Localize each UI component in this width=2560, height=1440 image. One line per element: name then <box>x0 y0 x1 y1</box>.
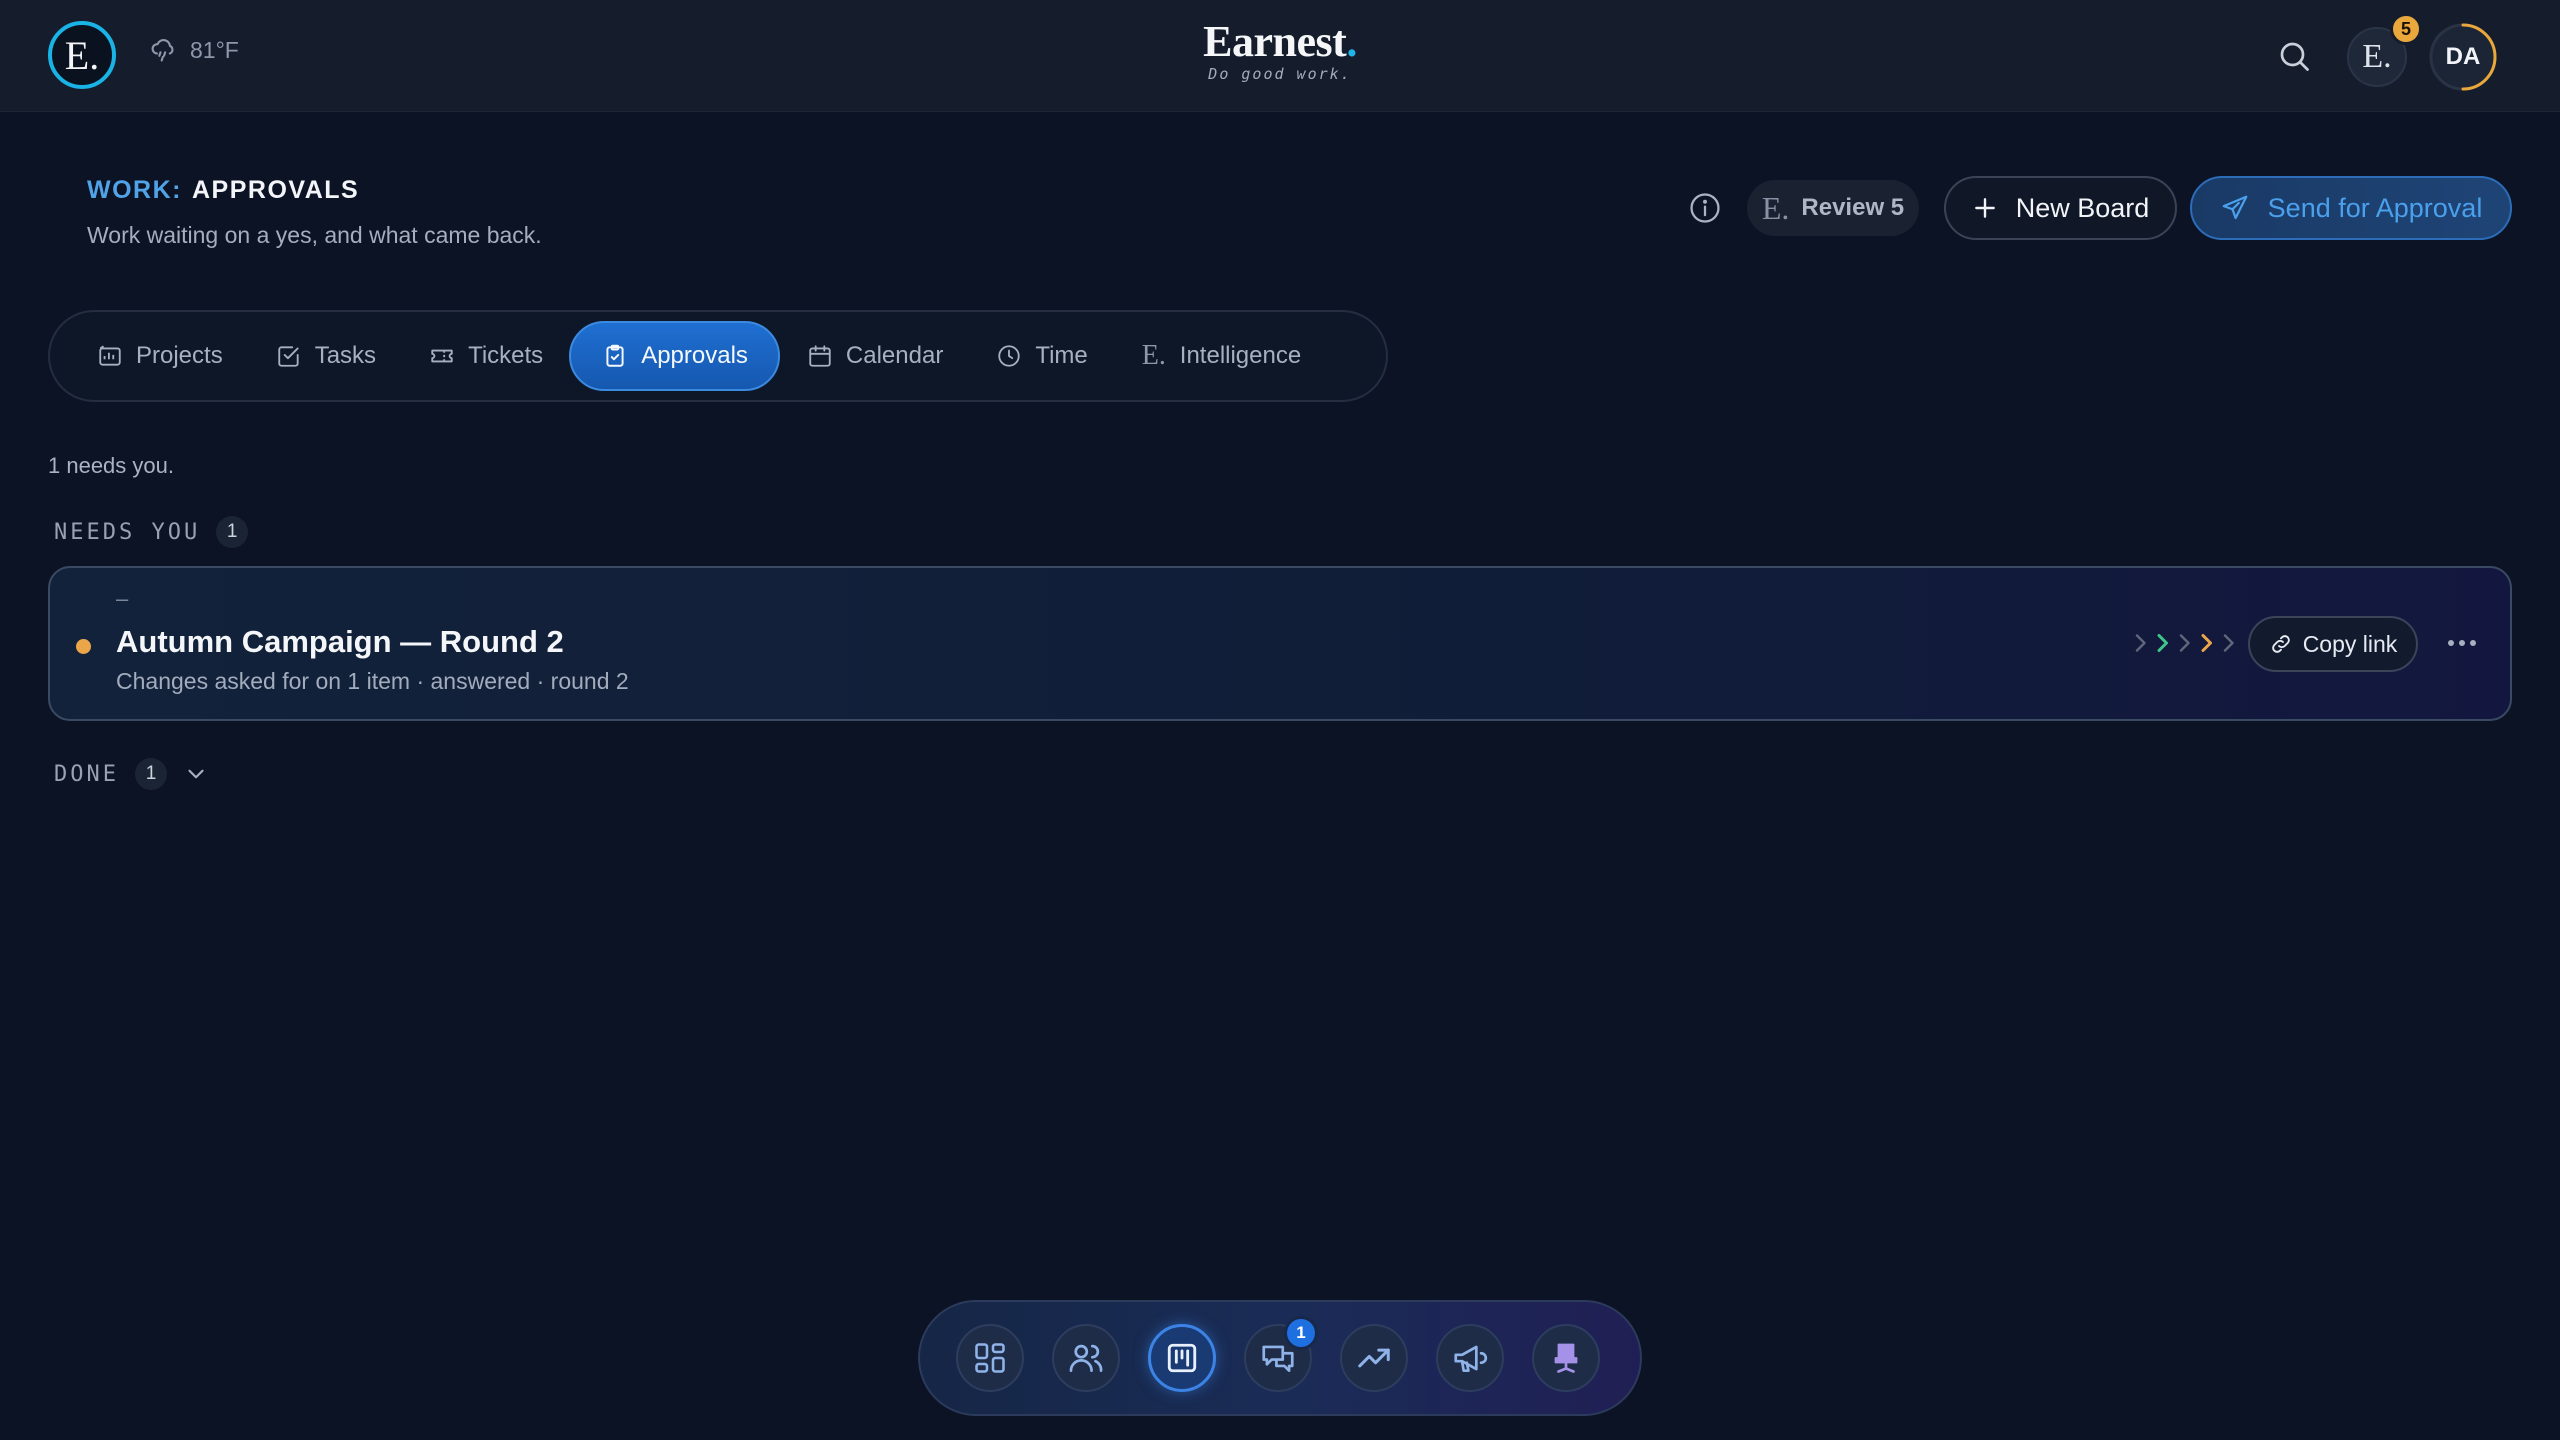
user-initials: DA <box>2445 43 2481 70</box>
e-icon: E. <box>1141 340 1166 371</box>
review-button[interactable]: E. Review 5 <box>1747 180 1919 236</box>
tab-approvals[interactable]: Approvals <box>569 321 780 391</box>
needs-you-count: 1 <box>216 516 249 548</box>
dock-dashboard-button[interactable] <box>956 1324 1024 1392</box>
info-icon <box>1690 193 1720 223</box>
chevron-right-icon <box>2135 634 2146 652</box>
megaphone-icon <box>1454 1345 1488 1373</box>
copy-link-button[interactable]: Copy link <box>2248 616 2418 672</box>
info-button[interactable] <box>1688 191 1722 225</box>
chevron-right-icon <box>2201 634 2212 652</box>
search-icon <box>2280 42 2309 71</box>
clipboard-check-icon <box>601 342 629 370</box>
card-meta: Changes asked for on 1 item · answered ·… <box>116 668 629 694</box>
page-title-text: APPROVALS <box>191 176 360 204</box>
work-tabs: Projects Tasks Tickets Approvals Calenda… <box>48 310 1388 402</box>
review-e-icon: E. <box>1761 189 1790 226</box>
tab-label: Time <box>1035 342 1088 369</box>
ticket-icon <box>428 342 456 370</box>
more-dot <box>2448 640 2454 646</box>
brand-tagline: Do good work. <box>1208 65 1352 83</box>
calendar-icon <box>806 342 834 370</box>
new-board-button[interactable]: New Board <box>1944 176 2177 240</box>
tab-intelligence[interactable]: E. Intelligence <box>1114 321 1327 391</box>
page-subtitle: Work waiting on a yes, and what came bac… <box>87 222 542 248</box>
card-client-placeholder: – <box>116 586 129 611</box>
tab-projects[interactable]: Projects <box>70 321 249 391</box>
more-dot <box>2459 640 2465 646</box>
dock-seat-button[interactable] <box>1532 1324 1600 1392</box>
dashboard-icon <box>975 1343 1005 1373</box>
brand-wordmark: Earnest. Do good work. <box>0 16 2560 83</box>
tab-label: Tickets <box>468 342 544 369</box>
tab-tasks[interactable]: Tasks <box>249 321 402 391</box>
needs-summary: 1 needs you. <box>48 453 174 478</box>
send-for-approval-button[interactable]: Send for Approval <box>2190 176 2512 240</box>
needs-you-heading: NEEDS YOU 1 <box>54 516 249 548</box>
notifications-badge: 5 <box>2390 13 2422 45</box>
copy-link-label: Copy link <box>2302 630 2398 657</box>
bottom-dock: 1 <box>918 1300 1642 1416</box>
tab-tickets[interactable]: Tickets <box>402 321 569 391</box>
plus-icon <box>1974 198 1995 218</box>
tab-time[interactable]: Time <box>969 321 1113 391</box>
link-icon <box>2271 635 2290 653</box>
tab-label: Approvals <box>641 342 748 369</box>
check-square-icon <box>275 342 303 370</box>
tab-calendar[interactable]: Calendar <box>780 321 969 391</box>
tab-label: Intelligence <box>1179 342 1302 369</box>
tab-label: Calendar <box>845 342 944 369</box>
new-board-label: New Board <box>2015 192 2150 223</box>
dock-announcements-button[interactable] <box>1436 1324 1504 1392</box>
breadcrumb: WORK: <box>87 176 182 204</box>
dock-analytics-button[interactable] <box>1340 1324 1408 1392</box>
trending-icon <box>1358 1348 1390 1368</box>
projects-icon <box>96 342 124 370</box>
chevron-down-icon[interactable] <box>183 761 209 787</box>
chevron-right-icon <box>2179 634 2190 652</box>
people-icon <box>1069 1344 1103 1373</box>
user-avatar[interactable]: DA <box>2429 23 2497 91</box>
board-icon <box>1167 1343 1197 1373</box>
card-title[interactable]: Autumn Campaign — Round 2 <box>116 624 564 660</box>
search-button[interactable] <box>2276 38 2312 74</box>
section-title: DONE <box>54 761 119 787</box>
more-options-button[interactable] <box>2442 628 2482 658</box>
send-icon <box>2222 195 2248 220</box>
section-title: NEEDS YOU <box>54 519 201 545</box>
notifications-letter: E. <box>2362 38 2392 75</box>
dock-board-button[interactable] <box>1148 1324 1216 1392</box>
chair-icon <box>1554 1343 1578 1373</box>
approval-card[interactable]: – Autumn Campaign — Round 2 Changes aske… <box>48 566 2512 721</box>
brand-dot: . <box>1346 17 1357 66</box>
dock-messages-button[interactable]: 1 <box>1244 1316 1318 1392</box>
top-bar: E. 81°F Earnest. Do good work. E. 5 DA <box>0 0 2560 112</box>
tab-label: Tasks <box>314 342 377 369</box>
done-count: 1 <box>134 758 167 790</box>
status-dot <box>76 639 91 654</box>
dock-people-button[interactable] <box>1052 1324 1120 1392</box>
round-progress-chevrons <box>2132 628 2236 658</box>
page-title: WORK: APPROVALS <box>87 176 359 205</box>
send-for-approval-label: Send for Approval <box>2267 192 2483 223</box>
review-label: Review 5 <box>1801 194 1905 221</box>
messages-badge: 1 <box>1284 1316 1318 1350</box>
more-dot <box>2470 640 2476 646</box>
clock-icon <box>995 342 1023 370</box>
chevron-right-icon <box>2223 634 2234 652</box>
brand-name: Earnest <box>1203 17 1347 66</box>
chevron-right-icon <box>2157 634 2168 652</box>
tab-label: Projects <box>136 342 223 369</box>
done-heading[interactable]: DONE 1 <box>54 758 209 790</box>
